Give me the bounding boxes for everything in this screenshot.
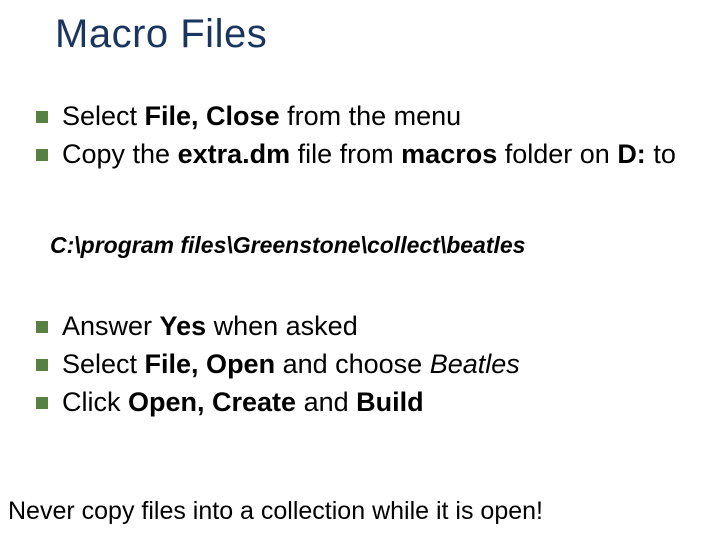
- run: Click: [62, 387, 128, 417]
- path-line: C:\program files\Greenstone\collect\beat…: [50, 232, 690, 259]
- square-bullet-icon: [36, 149, 48, 161]
- run-bold: Open, Create: [128, 387, 296, 417]
- list-item: Select File, Open and choose Beatles: [36, 348, 690, 382]
- run: Copy the: [62, 139, 178, 169]
- run-bold: macros: [401, 139, 497, 169]
- run-bold: File, Close: [145, 101, 280, 131]
- list-item: Select File, Close from the menu: [36, 100, 690, 134]
- run-italic: Beatles: [430, 349, 520, 379]
- run: Answer: [62, 311, 160, 341]
- run-bold: extra.dm: [178, 139, 291, 169]
- run-bold: Build: [356, 387, 424, 417]
- path-text: C:\program files\Greenstone\collect\beat…: [50, 232, 525, 258]
- list-item-text: Copy the extra.dm file from macros folde…: [62, 138, 690, 172]
- list-item: Answer Yes when asked: [36, 310, 690, 344]
- run: file from: [290, 139, 401, 169]
- slide-title: Macro Files: [55, 12, 267, 57]
- run-bold: D:: [617, 139, 646, 169]
- list-item-text: Select File, Close from the menu: [62, 100, 690, 134]
- run: from the menu: [280, 101, 462, 131]
- run: and choose: [275, 349, 430, 379]
- run-bold: File, Open: [145, 349, 276, 379]
- square-bullet-icon: [36, 321, 48, 333]
- square-bullet-icon: [36, 397, 48, 409]
- list-item: Click Open, Create and Build: [36, 386, 690, 420]
- list-item-text: Click Open, Create and Build: [62, 386, 690, 420]
- list-item-text: Select File, Open and choose Beatles: [62, 348, 690, 382]
- run: when asked: [206, 311, 358, 341]
- list-item-text: Answer Yes when asked: [62, 310, 690, 344]
- square-bullet-icon: [36, 359, 48, 371]
- run: Select: [62, 101, 145, 131]
- footer-note: Never copy files into a collection while…: [8, 497, 543, 526]
- list-item: Copy the extra.dm file from macros folde…: [36, 138, 690, 172]
- run: and: [296, 387, 356, 417]
- run-bold: Yes: [160, 311, 207, 341]
- slide: Macro Files Select File, Close from the …: [0, 0, 720, 540]
- run: to: [646, 139, 676, 169]
- run: Select: [62, 349, 145, 379]
- bullet-group-2: Answer Yes when asked Select File, Open …: [36, 310, 690, 423]
- run: folder on: [497, 139, 617, 169]
- square-bullet-icon: [36, 111, 48, 123]
- bullet-group-1: Select File, Close from the menu Copy th…: [36, 100, 690, 176]
